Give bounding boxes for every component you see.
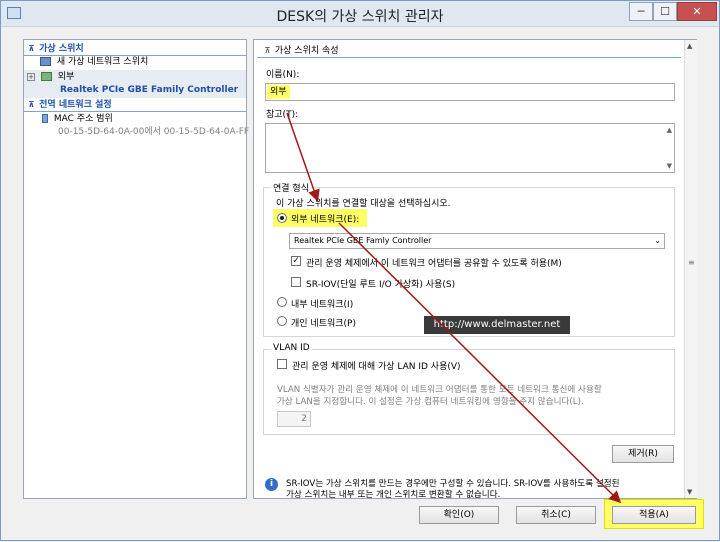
- properties-header: ⊼ 가상 스위치 속성: [263, 43, 339, 56]
- vlan-description-line1: VLAN 식별자가 관리 운영 체제에 이 네트워크 어댑터를 통한 모든 네트…: [277, 385, 602, 395]
- tree-item-label: 외부: [57, 72, 75, 82]
- title-bar: DESK의 가상 스위치 관리자 ─ ☐ ✕: [1, 1, 719, 27]
- properties-scrollbar[interactable]: ▲ ≡ ▼: [684, 40, 697, 498]
- connection-description: 이 가상 스위치를 연결할 대상을 선택하십시오.: [276, 199, 451, 209]
- remove-button[interactable]: 제거(R): [612, 445, 674, 463]
- switch-icon: [40, 72, 52, 81]
- watermark: http://www.delmaster.net: [424, 316, 570, 334]
- name-field[interactable]: 외부: [265, 83, 675, 101]
- info-line2: 가상 스위치는 내부 또는 개인 스위치로 변환할 수 없습니다.: [286, 490, 501, 500]
- mac-range-value: 00-15-5D-64-0A-00에서 00-15-5D-64-0A-FF: [58, 127, 250, 137]
- private-network-label: 개인 네트워크(P): [291, 319, 356, 329]
- internal-network-radio[interactable]: [277, 297, 287, 307]
- allow-management-checkbox[interactable]: ✓: [291, 256, 301, 266]
- switch-manager-window: DESK의 가상 스위치 관리자 ─ ☐ ✕ ⊼ 가상 스위치 새 가상 네트워…: [0, 0, 720, 541]
- vlan-id-field[interactable]: 2: [277, 411, 311, 427]
- properties-header-label: 가상 스위치 속성: [274, 46, 339, 56]
- apply-button[interactable]: 적용(A): [612, 506, 696, 524]
- vlan-checkbox[interactable]: [277, 359, 287, 369]
- scroll-grip-icon[interactable]: ≡: [688, 258, 695, 267]
- tree-item-adapter: Realtek PCIe GBE Family Controller: [60, 85, 239, 95]
- section-divider: [257, 57, 681, 58]
- section-divider: [24, 111, 246, 112]
- close-button[interactable]: ✕: [677, 2, 717, 21]
- tree-item-external-switch[interactable]: + 외부: [27, 71, 74, 84]
- new-switch-icon: [40, 57, 51, 66]
- allow-management-label: 관리 운영 체제에서 이 네트워크 어댑터를 공유할 수 있도록 허용(M): [306, 259, 562, 269]
- connection-type-title: 연결 형식: [271, 181, 311, 194]
- tree-section-virtual-switches[interactable]: ⊼ 가상 스위치: [27, 42, 84, 55]
- window-title: DESK의 가상 스위치 관리자: [276, 9, 444, 25]
- switch-tree: ⊼ 가상 스위치 새 가상 네트워크 스위치 + 외부 Realtek PCIe…: [23, 39, 250, 499]
- info-icon: i: [265, 478, 278, 491]
- scroll-down-icon[interactable]: ▼: [667, 162, 672, 170]
- tree-item-new-switch[interactable]: 새 가상 네트워크 스위치: [40, 56, 148, 69]
- external-network-radio[interactable]: [277, 213, 287, 223]
- external-network-label: 외부 네트워크(E):: [291, 215, 360, 225]
- name-label: 이름(N):: [266, 70, 300, 80]
- tree-item-label: 새 가상 네트워크 스위치: [56, 57, 149, 67]
- tree-item-label: MAC 주소 범위: [53, 114, 113, 124]
- sriov-label: SR-IOV(단일 루트 I/O 가상화) 사용(S): [306, 280, 456, 290]
- ok-button[interactable]: 확인(O): [419, 506, 499, 524]
- collapse-icon: ⊼: [264, 46, 271, 55]
- name-value: 외부: [267, 85, 290, 99]
- minimize-button[interactable]: ─: [629, 2, 653, 21]
- internal-network-label: 내부 네트워크(I): [291, 300, 354, 310]
- tree-item-mac-range[interactable]: MAC 주소 범위: [24, 113, 113, 126]
- tree-section-global[interactable]: ⊼ 전역 네트워크 설정: [27, 98, 112, 111]
- vlan-group-title: VLAN ID: [271, 343, 312, 353]
- collapse-icon: ⊼: [28, 44, 35, 53]
- notes-label: 참고(T):: [266, 107, 298, 120]
- adapter-select-value: Realtek PCIe GBE Famly Controller: [294, 236, 432, 245]
- expand-icon[interactable]: +: [27, 72, 35, 81]
- scroll-down-icon[interactable]: ▼: [687, 488, 692, 496]
- private-network-radio[interactable]: [277, 316, 287, 326]
- vlan-description-line2: 가상 LAN을 지정합니다. 이 설정은 가상 컴퓨터 네트워킹에 영향을 주지…: [277, 397, 584, 407]
- vlan-checkbox-label: 관리 운영 체제에 대해 가상 LAN ID 사용(V): [292, 362, 461, 372]
- section-label: 가상 스위치: [39, 44, 84, 54]
- cancel-button[interactable]: 취소(C): [516, 506, 596, 524]
- chevron-down-icon: ⌄: [654, 236, 661, 245]
- section-label: 전역 네트워크 설정: [39, 100, 112, 110]
- sriov-checkbox[interactable]: [291, 277, 301, 287]
- notes-label-text: 참고(T):: [266, 110, 299, 120]
- collapse-icon: ⊼: [28, 100, 35, 109]
- notes-field[interactable]: ▲ ▼: [265, 123, 675, 173]
- scroll-up-icon[interactable]: ▲: [667, 126, 672, 134]
- mac-address-icon: [42, 114, 48, 123]
- maximize-button[interactable]: ☐: [653, 2, 677, 21]
- scroll-up-icon[interactable]: ▲: [687, 42, 692, 50]
- adapter-select[interactable]: Realtek PCIe GBE Famly Controller ⌄: [289, 233, 665, 249]
